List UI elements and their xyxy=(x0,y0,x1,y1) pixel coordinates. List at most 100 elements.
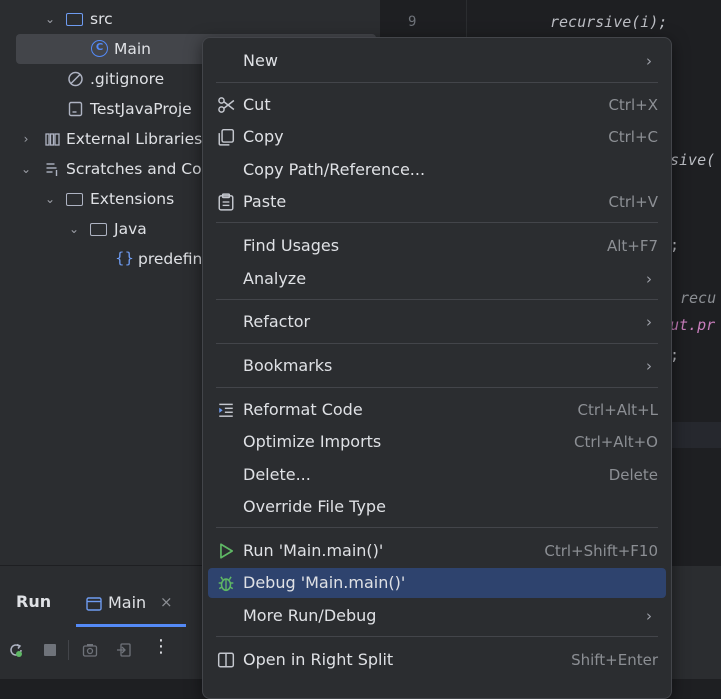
close-icon[interactable]: × xyxy=(160,593,173,611)
file-icon xyxy=(68,101,83,117)
menu-item-find-usages[interactable]: Find Usages Alt+F7 xyxy=(208,231,666,261)
menu-item-label: New xyxy=(243,51,278,70)
folder-icon xyxy=(90,223,107,236)
menu-item-new[interactable]: New › xyxy=(208,46,666,76)
debug-icon xyxy=(218,576,234,592)
chevron-right-icon[interactable]: › xyxy=(19,124,33,154)
tree-item-src[interactable]: ⌄ src xyxy=(0,4,380,34)
folder-icon xyxy=(66,13,83,26)
menu-item-label: Copy xyxy=(243,127,284,146)
tree-item-label: .gitignore xyxy=(90,70,165,88)
menu-item-label: Copy Path/Reference... xyxy=(243,160,426,179)
menu-item-label: Paste xyxy=(243,192,287,211)
active-tab-indicator xyxy=(76,624,186,627)
menu-item-label: More Run/Debug xyxy=(243,606,377,625)
split-icon xyxy=(217,652,235,668)
paste-icon xyxy=(218,193,234,211)
menu-item-label: Cut xyxy=(243,95,271,114)
menu-item-shortcut: Ctrl+Alt+O xyxy=(574,433,658,451)
chevron-right-icon: › xyxy=(646,357,652,375)
menu-item-copy[interactable]: Copy Ctrl+C xyxy=(208,122,666,152)
console-icon xyxy=(86,597,102,611)
tree-item-label: Main xyxy=(114,40,152,58)
chevron-down-icon[interactable]: ⌄ xyxy=(43,184,57,214)
menu-item-shortcut: Ctrl+X xyxy=(608,96,658,114)
menu-item-bookmarks[interactable]: Bookmarks › xyxy=(208,351,666,381)
menu-item-override-file-type[interactable]: Override File Type xyxy=(208,492,666,522)
chevron-right-icon: › xyxy=(646,52,652,70)
menu-item-run-main[interactable]: Run 'Main.main()' Ctrl+Shift+F10 xyxy=(208,536,666,566)
chevron-right-icon: › xyxy=(646,270,652,288)
chevron-right-icon: › xyxy=(646,607,652,625)
chevron-down-icon[interactable]: ⌄ xyxy=(43,4,57,34)
toolbar-divider xyxy=(68,640,69,660)
menu-item-more-run-debug[interactable]: More Run/Debug › xyxy=(208,601,666,631)
menu-item-shortcut: Alt+F7 xyxy=(606,237,658,255)
menu-item-shortcut: Ctrl+Alt+L xyxy=(577,401,659,419)
run-tab-label: Main xyxy=(108,593,147,612)
menu-separator xyxy=(216,527,658,528)
menu-item-shortcut: Ctrl+Shift+F10 xyxy=(544,542,658,560)
code-line: recursive(i); xyxy=(550,13,668,31)
menu-separator xyxy=(216,222,658,223)
menu-separator xyxy=(216,387,658,388)
folder-icon xyxy=(66,193,83,206)
menu-item-label: Optimize Imports xyxy=(243,432,382,451)
menu-item-analyze[interactable]: Analyze › xyxy=(208,264,666,294)
menu-item-label: Refactor xyxy=(243,312,311,331)
menu-item-cut[interactable]: Cut Ctrl+X xyxy=(208,90,666,120)
tree-item-label: predefin xyxy=(138,250,203,268)
menu-separator xyxy=(216,343,658,344)
menu-item-shortcut: Ctrl+V xyxy=(608,193,658,211)
tree-item-label: src xyxy=(90,10,113,28)
context-menu: New › Cut Ctrl+X Copy Ctrl+C Copy Path/R… xyxy=(202,37,672,699)
tree-item-label: Java xyxy=(114,220,147,238)
menu-item-label: Find Usages xyxy=(243,236,340,255)
menu-item-refactor[interactable]: Refactor › xyxy=(208,307,666,337)
menu-item-label: Open in Right Split xyxy=(243,650,394,669)
menu-item-open-right-split[interactable]: Open in Right Split Shift+Enter xyxy=(208,645,666,675)
scissors-icon xyxy=(218,97,235,113)
menu-item-label: Delete... xyxy=(243,465,311,484)
menu-item-label: Reformat Code xyxy=(243,400,363,419)
library-icon xyxy=(45,133,60,146)
menu-item-paste[interactable]: Paste Ctrl+V xyxy=(208,187,666,217)
chevron-down-icon[interactable]: ⌄ xyxy=(67,214,81,244)
menu-item-shortcut: Shift+Enter xyxy=(571,651,658,669)
run-icon xyxy=(220,543,234,559)
rerun-icon[interactable] xyxy=(8,642,24,658)
exit-icon[interactable] xyxy=(116,642,132,658)
tree-item-label: Extensions xyxy=(90,190,175,208)
menu-item-delete[interactable]: Delete... Delete xyxy=(208,460,666,490)
menu-item-shortcut: Delete xyxy=(608,466,658,484)
menu-item-debug-main[interactable]: Debug 'Main.main()' xyxy=(208,568,666,598)
tree-item-label: TestJavaProje xyxy=(90,100,192,118)
chevron-right-icon: › xyxy=(646,313,652,331)
menu-item-reformat-code[interactable]: Reformat Code Ctrl+Alt+L xyxy=(208,395,666,425)
scratches-icon xyxy=(46,163,58,176)
line-number: 9 xyxy=(408,14,417,30)
camera-icon[interactable] xyxy=(82,642,98,658)
menu-item-label: Debug 'Main.main()' xyxy=(243,573,406,592)
more-options-icon[interactable]: ⋮ xyxy=(152,637,170,657)
menu-item-optimize-imports[interactable]: Optimize Imports Ctrl+Alt+O xyxy=(208,427,666,457)
menu-item-label: Analyze xyxy=(243,269,307,288)
menu-item-label: Bookmarks xyxy=(243,356,333,375)
copy-icon xyxy=(218,128,235,146)
chevron-down-icon[interactable]: ⌄ xyxy=(19,154,33,184)
menu-separator xyxy=(216,299,658,300)
code-line: sive( xyxy=(670,151,716,169)
menu-separator xyxy=(216,82,658,83)
tree-item-label: External Libraries xyxy=(66,130,203,148)
menu-item-label: Override File Type xyxy=(243,497,386,516)
reformat-icon xyxy=(219,403,233,417)
stop-icon[interactable] xyxy=(42,642,58,658)
menu-item-shortcut: Ctrl+C xyxy=(608,128,658,146)
menu-item-label: Run 'Main.main()' xyxy=(243,541,384,560)
run-panel-title: Run xyxy=(16,592,52,611)
menu-item-copy-path[interactable]: Copy Path/Reference... xyxy=(208,155,666,185)
tree-item-label: Scratches and Co xyxy=(66,160,202,178)
menu-separator xyxy=(216,636,658,637)
json-icon: {} xyxy=(115,249,135,267)
ignore-file-icon xyxy=(68,71,83,87)
